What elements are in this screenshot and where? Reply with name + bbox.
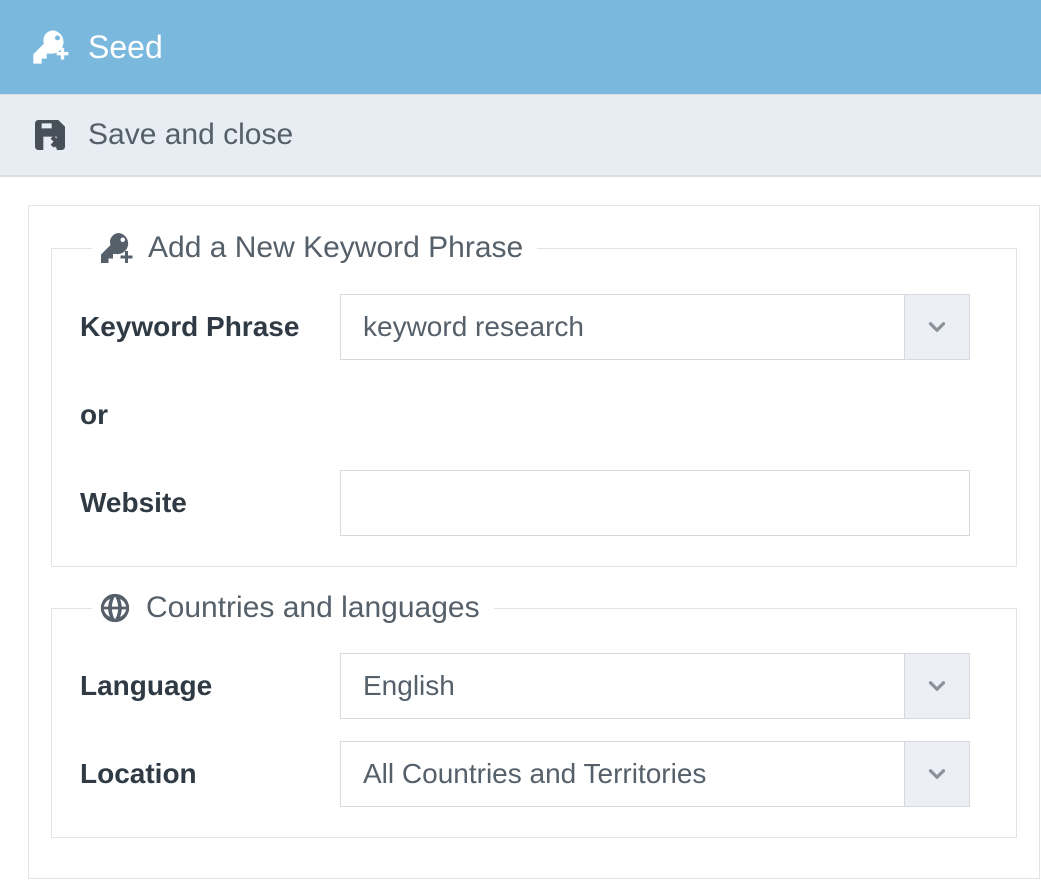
save-close-icon[interactable] bbox=[30, 115, 70, 155]
chevron-down-icon bbox=[924, 314, 950, 340]
location-input[interactable] bbox=[340, 741, 904, 807]
label-website: Website bbox=[80, 487, 340, 519]
key-plus-icon bbox=[98, 230, 134, 266]
keyword-phrase-input[interactable] bbox=[340, 294, 904, 360]
label-location: Location bbox=[80, 758, 340, 790]
toolbar: Save and close bbox=[0, 94, 1041, 177]
chevron-down-icon bbox=[924, 761, 950, 787]
section-keyword-legend: Add a New Keyword Phrase bbox=[148, 231, 523, 265]
label-or: or bbox=[80, 399, 340, 431]
language-combo bbox=[340, 653, 970, 719]
content-area: Add a New Keyword Phrase Keyword Phrase bbox=[0, 177, 1041, 879]
website-input[interactable] bbox=[340, 470, 970, 536]
save-close-button[interactable]: Save and close bbox=[88, 118, 293, 152]
row-website: Website bbox=[80, 470, 988, 536]
row-location: Location bbox=[80, 741, 988, 807]
section-keyword-phrase: Add a New Keyword Phrase Keyword Phrase bbox=[51, 230, 1017, 567]
section-locale-legend: Countries and languages bbox=[146, 591, 480, 625]
key-icon bbox=[30, 27, 70, 67]
page-header: Seed bbox=[0, 0, 1041, 94]
form-panel: Add a New Keyword Phrase Keyword Phrase bbox=[28, 205, 1040, 879]
keyword-phrase-combo bbox=[340, 294, 970, 360]
language-dropdown-button[interactable] bbox=[904, 653, 970, 719]
location-combo bbox=[340, 741, 970, 807]
globe-icon bbox=[98, 591, 132, 625]
row-keyword-phrase: Keyword Phrase bbox=[80, 294, 988, 360]
page-title: Seed bbox=[88, 29, 163, 66]
row-language: Language bbox=[80, 653, 988, 719]
language-input[interactable] bbox=[340, 653, 904, 719]
chevron-down-icon bbox=[924, 673, 950, 699]
row-or: or bbox=[80, 382, 988, 448]
label-keyword-phrase: Keyword Phrase bbox=[80, 311, 340, 343]
label-language: Language bbox=[80, 670, 340, 702]
section-countries-languages: Countries and languages Language bbox=[51, 591, 1017, 838]
location-dropdown-button[interactable] bbox=[904, 741, 970, 807]
keyword-phrase-dropdown-button[interactable] bbox=[904, 294, 970, 360]
